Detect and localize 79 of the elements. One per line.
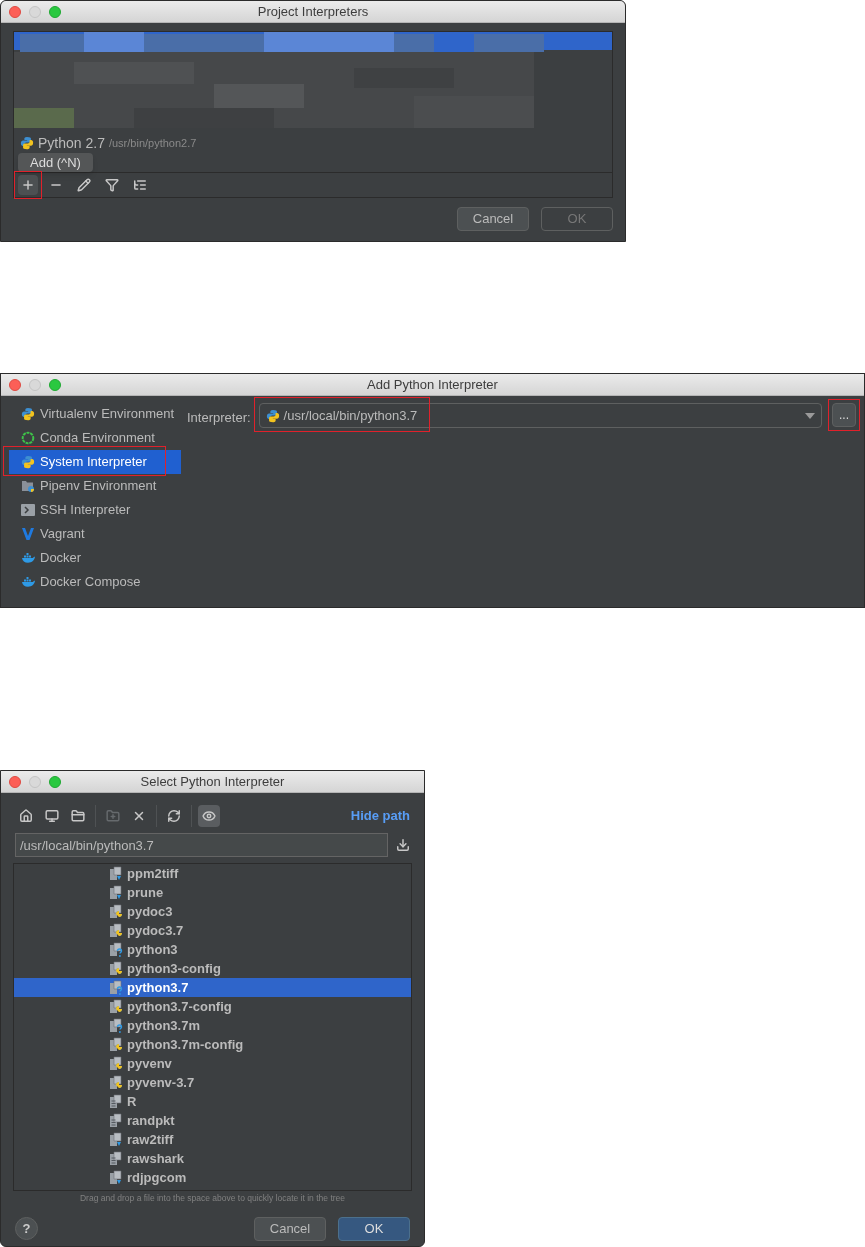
executable-file-icon <box>109 1131 125 1148</box>
tree-item[interactable]: rdjpgcom <box>14 1168 411 1187</box>
cancel-button[interactable]: Cancel <box>254 1216 326 1241</box>
plus-icon <box>21 178 35 192</box>
interpreter-dropdown[interactable]: /usr/local/bin/python3.7 <box>258 403 822 428</box>
close-button[interactable] <box>9 775 21 788</box>
tree-item[interactable]: prune <box>14 883 411 902</box>
edit-button[interactable] <box>74 175 94 195</box>
sidebar-item[interactable]: Pipenv Environment <box>9 474 181 498</box>
text-file-icon <box>109 1112 125 1129</box>
pencil-icon <box>77 178 91 192</box>
unknown-file-icon <box>109 1017 125 1034</box>
whale-icon <box>21 575 35 589</box>
ring-icon <box>21 431 35 445</box>
text-file-icon <box>109 1093 125 1110</box>
folder-python-icon <box>21 479 35 493</box>
executable-file-icon <box>109 865 125 882</box>
python-file-icon <box>109 998 125 1015</box>
unknown-file-icon <box>109 979 125 996</box>
tree-item[interactable]: randpkt <box>14 1111 411 1130</box>
python-file-icon <box>109 1036 125 1053</box>
tree-item[interactable]: pyvenv <box>14 1054 411 1073</box>
tooltip: Add (^N) <box>18 153 93 172</box>
text-file-icon <box>109 1150 125 1167</box>
sidebar-item[interactable]: SSH Interpreter <box>9 498 181 522</box>
unknown-file-icon <box>109 941 125 958</box>
python-icon <box>20 136 34 150</box>
sidebar-item[interactable]: Conda Environment <box>9 426 181 450</box>
browse-button[interactable]: ... <box>832 403 856 427</box>
caret-icon <box>805 412 815 419</box>
window-title: Project Interpreters <box>257 2 369 21</box>
ok-button[interactable]: OK <box>338 1216 410 1241</box>
python-icon <box>21 407 35 421</box>
cancel-button[interactable]: Cancel <box>457 207 529 231</box>
executable-file-icon <box>109 884 125 901</box>
tree-item[interactable]: rawshark <box>14 1149 411 1168</box>
window-title: Select Python Interpreter <box>140 772 285 791</box>
close-button[interactable] <box>9 378 21 391</box>
sidebar-item[interactable]: Docker Compose <box>9 570 181 594</box>
tree-item[interactable]: python3-config <box>14 959 411 978</box>
interpreter-row[interactable]: Python 2.7 /usr/bin/python2.7 <box>14 133 612 153</box>
tree-item[interactable]: pyvenv-3.7 <box>14 1073 411 1092</box>
python-icon <box>21 455 35 469</box>
tree-item[interactable]: python3.7m <box>14 1016 411 1035</box>
filter-icon <box>105 178 119 192</box>
tree-icon <box>133 178 147 192</box>
executable-file-icon <box>109 1169 125 1186</box>
help-button[interactable]: ? <box>15 1217 38 1241</box>
highlight-frame <box>14 171 42 199</box>
python-file-icon <box>109 903 125 920</box>
terminal-icon <box>21 504 35 516</box>
tree-item[interactable]: python3.7 <box>14 978 411 997</box>
tree-item[interactable]: pydoc3 <box>14 902 411 921</box>
tree-item[interactable]: raw2tiff <box>14 1130 411 1149</box>
v-logo-icon <box>21 527 35 541</box>
download-icon[interactable] <box>396 838 410 852</box>
python-file-icon <box>109 1055 125 1072</box>
close-button[interactable] <box>9 5 21 18</box>
hide-path-link[interactable]: Hide path <box>350 806 410 826</box>
python-icon <box>265 408 280 423</box>
tree-item[interactable]: python3 <box>14 940 411 959</box>
interpreter-name: Python 2.7 <box>38 133 105 153</box>
sidebar-item[interactable]: Vagrant <box>9 522 181 546</box>
python-file-icon <box>109 960 125 977</box>
field-label: Interpreter: <box>187 409 251 427</box>
python-file-icon <box>109 922 125 939</box>
tree-item[interactable]: ppm2tiff <box>14 864 411 883</box>
window-title: Add Python Interpreter <box>367 375 498 394</box>
tree-item[interactable]: R <box>14 1092 411 1111</box>
tree-item[interactable]: pydoc3.7 <box>14 921 411 940</box>
whale-icon <box>21 551 35 565</box>
interpreter-path: /usr/bin/python2.7 <box>108 135 197 151</box>
eye-icon[interactable] <box>198 805 220 827</box>
python-file-icon <box>109 1074 125 1091</box>
sidebar-item[interactable]: Docker <box>9 546 181 570</box>
tree-item[interactable]: python3.7m-config <box>14 1035 411 1054</box>
path-field[interactable]: /usr/local/bin/python3.7 <box>15 833 388 857</box>
sidebar-item[interactable]: Virtualenv Environment <box>9 402 181 426</box>
tree-item[interactable]: python3.7-config <box>14 997 411 1016</box>
